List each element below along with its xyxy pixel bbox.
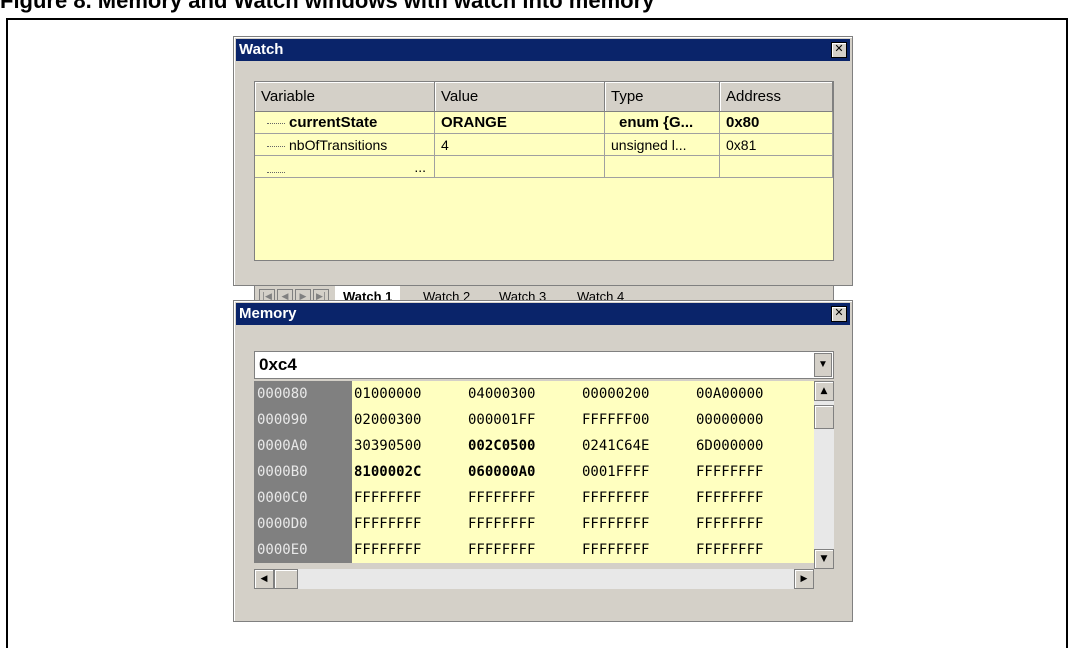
memory-word[interactable]: FFFFFFFF <box>696 459 763 485</box>
memory-address: 000090 <box>257 412 308 428</box>
memory-word[interactable]: 000001FF <box>468 407 535 433</box>
value-cell[interactable]: 4 <box>435 134 605 156</box>
scroll-left-icon[interactable]: ◀ <box>254 569 274 589</box>
vertical-scrollbar[interactable]: ▲ ▼ <box>814 381 834 569</box>
memory-word[interactable]: 00000000 <box>696 407 763 433</box>
memory-word[interactable]: FFFFFFFF <box>696 511 763 537</box>
memory-word[interactable]: 060000A0 <box>468 459 535 485</box>
variable-name: nbOfTransitions <box>289 137 388 153</box>
figure-title: Figure 8. Memory and Watch windows with … <box>0 0 655 13</box>
type-cell: unsigned l... <box>605 134 720 156</box>
variable-cell: currentState <box>255 112 435 134</box>
address-cell <box>720 156 833 178</box>
memory-word[interactable]: FFFFFFFF <box>468 511 535 537</box>
column-header-variable[interactable]: Variable <box>255 82 435 112</box>
chevron-down-icon[interactable]: ▼ <box>814 353 832 377</box>
watch-titlebar[interactable]: Watch ✕ <box>236 39 850 61</box>
memory-titlebar[interactable]: Memory ✕ <box>236 303 850 325</box>
memory-word[interactable]: FFFFFFFF <box>582 485 649 511</box>
watch-grid: Variable Value Type Address currentState… <box>254 81 834 261</box>
variable-cell: ... <box>255 156 435 178</box>
type-cell <box>605 156 720 178</box>
memory-word[interactable]: 00A00000 <box>696 381 763 407</box>
memory-word[interactable]: 04000300 <box>468 381 535 407</box>
memory-word[interactable]: FFFFFFFF <box>582 511 649 537</box>
column-header-value[interactable]: Value <box>435 82 605 112</box>
column-header-type[interactable]: Type <box>605 82 720 112</box>
memory-word[interactable]: 00000200 <box>582 381 649 407</box>
address-cell: 0x81 <box>720 134 833 156</box>
value-cell[interactable] <box>435 156 605 178</box>
memory-word[interactable]: 002C0500 <box>468 433 535 459</box>
watch-grid-header: Variable Value Type Address <box>255 82 833 112</box>
memory-address: 0000B0 <box>257 464 308 480</box>
address-input-value: 0xc4 <box>259 355 297 374</box>
memory-word[interactable]: 30390500 <box>354 433 421 459</box>
address-input[interactable]: 0xc4 ▼ <box>254 351 834 379</box>
memory-word[interactable]: FFFFFFFF <box>354 511 421 537</box>
memory-word[interactable]: 6D000000 <box>696 433 763 459</box>
memory-word[interactable]: FFFFFFFF <box>696 485 763 511</box>
memory-address: 0000D0 <box>257 516 308 532</box>
column-header-address[interactable]: Address <box>720 82 833 112</box>
address-cell: 0x80 <box>720 112 833 134</box>
memory-word[interactable]: FFFFFFFF <box>468 537 535 563</box>
watch-title: Watch <box>239 41 284 58</box>
horizontal-scrollbar[interactable]: ◀ ▶ <box>254 569 814 589</box>
memory-word[interactable]: FFFFFF00 <box>582 407 649 433</box>
memory-title: Memory <box>239 305 297 322</box>
memory-address: 000080 <box>257 386 308 402</box>
scroll-right-icon[interactable]: ▶ <box>794 569 814 589</box>
memory-word[interactable]: 8100002C <box>354 459 421 485</box>
memory-address: 0000A0 <box>257 438 308 454</box>
memory-word[interactable]: FFFFFFFF <box>354 485 421 511</box>
variable-cell: nbOfTransitions <box>255 134 435 156</box>
memory-address: 0000E0 <box>257 542 308 558</box>
new-variable-placeholder: ... <box>414 159 426 175</box>
vertical-scroll-thumb[interactable] <box>814 405 834 429</box>
close-icon[interactable]: ✕ <box>831 42 847 58</box>
memory-word[interactable]: 01000000 <box>354 381 421 407</box>
tree-line <box>267 138 285 147</box>
horizontal-scroll-thumb[interactable] <box>274 569 298 589</box>
value-cell[interactable]: ORANGE <box>435 112 605 134</box>
memory-word[interactable]: FFFFFFFF <box>696 537 763 563</box>
close-icon[interactable]: ✕ <box>831 306 847 322</box>
tree-line <box>267 164 285 173</box>
scroll-down-icon[interactable]: ▼ <box>814 549 834 569</box>
table-row[interactable]: currentState ORANGE enum {G... 0x80 <box>255 112 833 134</box>
memory-address: 0000C0 <box>257 490 308 506</box>
memory-word[interactable]: 0001FFFF <box>582 459 649 485</box>
tree-line <box>267 115 285 124</box>
variable-name: currentState <box>289 114 378 131</box>
memory-word[interactable]: FFFFFFFF <box>354 537 421 563</box>
table-row[interactable]: nbOfTransitions 4 unsigned l... 0x81 <box>255 134 833 156</box>
scroll-up-icon[interactable]: ▲ <box>814 381 834 401</box>
memory-word[interactable]: FFFFFFFF <box>582 537 649 563</box>
table-row-new[interactable]: ... <box>255 156 833 178</box>
memory-grid[interactable]: 000080 01000000 04000300 00000200 00A00000 00… <box>254 381 814 563</box>
type-cell: enum {G... <box>605 112 720 134</box>
memory-word[interactable]: FFFFFFFF <box>468 485 535 511</box>
memory-window: Memory ✕ 0xc4 ▼ 000080 01000000 04000300 00… <box>233 300 853 622</box>
memory-word[interactable]: 02000300 <box>354 407 421 433</box>
memory-word[interactable]: 0241C64E <box>582 433 649 459</box>
watch-window: Watch ✕ Variable Value Type Address curr… <box>233 36 853 309</box>
